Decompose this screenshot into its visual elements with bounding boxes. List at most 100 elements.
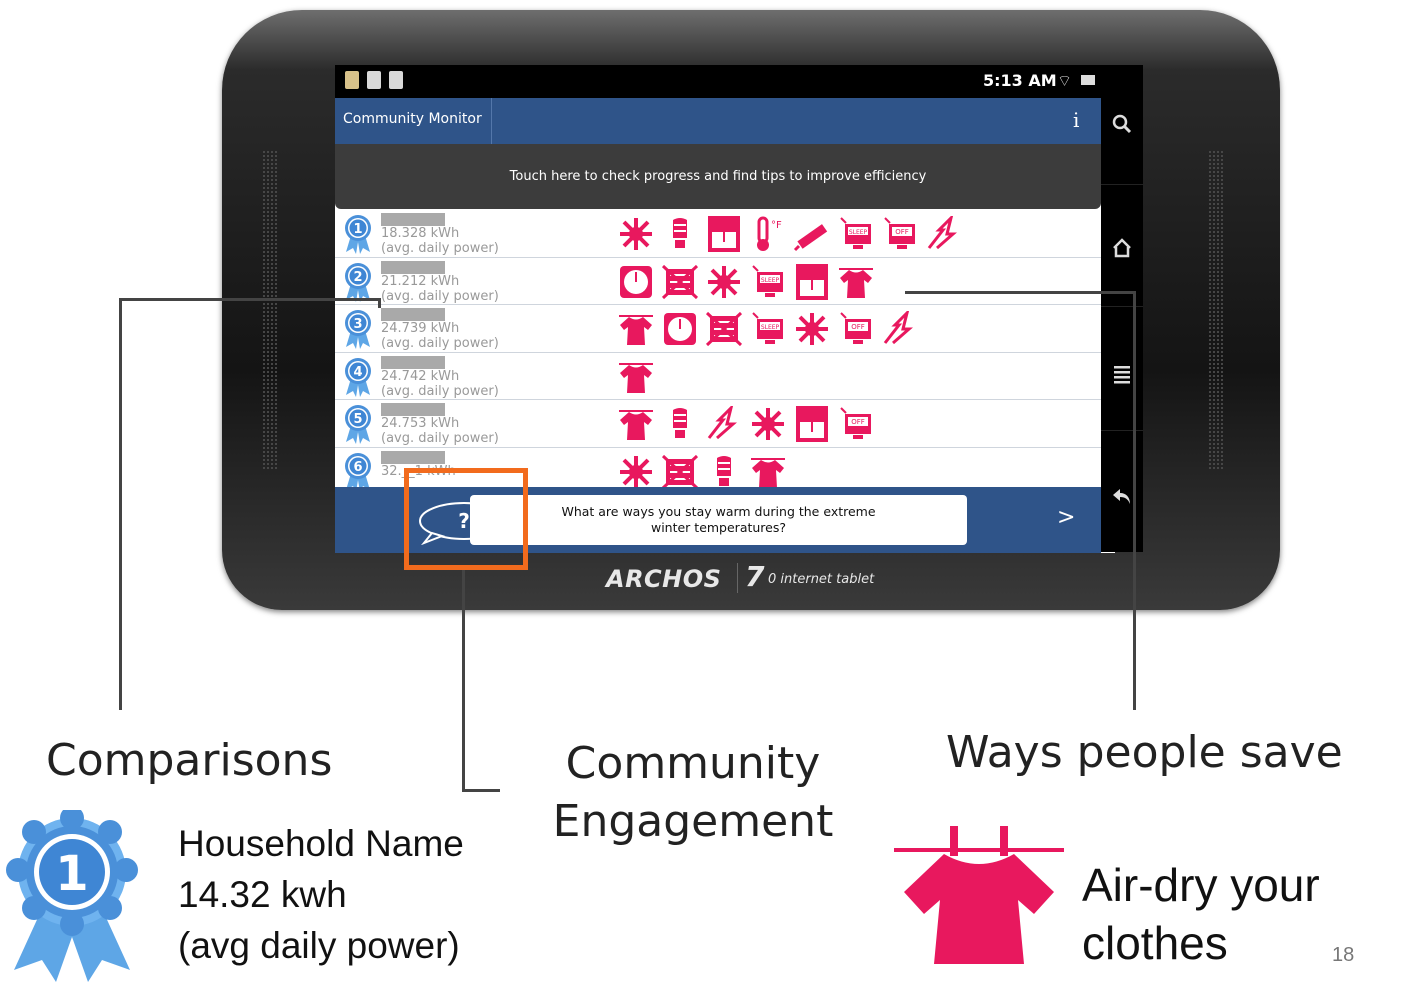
household-name-redacted bbox=[381, 308, 445, 321]
engagement-callout-line-h bbox=[462, 789, 500, 792]
household-rank-row[interactable]: 3 24.739 kWh (avg. daily power) SLEEP OFF bbox=[335, 305, 1101, 353]
cfl-bulb-icon[interactable] bbox=[661, 406, 699, 442]
first-place-ribbon-icon: 1 bbox=[6, 810, 138, 982]
left-speaker-grille bbox=[262, 150, 278, 470]
saving-tips-icons bbox=[617, 454, 787, 490]
svg-text:SLEEP: SLEEP bbox=[761, 277, 780, 284]
community-question[interactable]: What are ways you stay warm during the e… bbox=[470, 495, 967, 545]
wifi-icon: ⌔ bbox=[1057, 71, 1073, 90]
window-shade-icon[interactable] bbox=[705, 216, 743, 252]
cfl-bulb-icon[interactable] bbox=[705, 454, 743, 490]
off-monitor-icon[interactable]: OFF bbox=[881, 216, 919, 252]
saving-tips-icons: °F SLEEP OFF bbox=[617, 216, 963, 252]
svg-text:1: 1 bbox=[55, 846, 88, 902]
svg-text:6: 6 bbox=[353, 460, 362, 475]
svg-text:OFF: OFF bbox=[851, 323, 865, 331]
air-dry-shirt-icon[interactable] bbox=[837, 264, 875, 300]
saving-tips-icons: SLEEP bbox=[617, 263, 875, 300]
search-button[interactable] bbox=[1101, 65, 1143, 185]
air-dry-legend: Air-dry your clothes bbox=[1082, 856, 1320, 972]
ways-people-save-label: Ways people save bbox=[946, 727, 1343, 778]
sleep-monitor-icon[interactable]: SLEEP bbox=[749, 311, 787, 347]
svg-text:SLEEP: SLEEP bbox=[849, 229, 868, 236]
sun-icon[interactable] bbox=[617, 454, 655, 490]
menu-icon bbox=[1114, 366, 1130, 384]
household-rank-row[interactable]: 5 24.753 kWh (avg. daily power) OFF bbox=[335, 400, 1101, 448]
household-avg-label: (avg daily power) bbox=[178, 925, 460, 966]
rank-ribbon-icon: 2 bbox=[345, 262, 371, 302]
no-heater-icon[interactable] bbox=[705, 311, 743, 347]
sun-icon[interactable] bbox=[793, 311, 831, 347]
rank-ribbon-icon: 1 bbox=[345, 215, 371, 254]
community-label-line2: Engagement bbox=[552, 796, 834, 847]
household-rank-row[interactable]: 1 18.328 kWh (avg. daily power) °F SLEEP O… bbox=[335, 210, 1101, 258]
engagement-callout-line bbox=[462, 570, 465, 792]
household-kwh: 21.212 kWh bbox=[381, 273, 460, 289]
device-brand: ARCHOS bbox=[606, 565, 722, 593]
home-button[interactable] bbox=[1101, 187, 1143, 307]
unplug-icon[interactable] bbox=[881, 311, 919, 347]
sun-icon[interactable] bbox=[617, 216, 655, 252]
no-heater-icon[interactable] bbox=[661, 454, 699, 490]
comparisons-callout-line bbox=[119, 298, 122, 710]
device-model: 7 bbox=[745, 560, 765, 593]
info-button[interactable]: i bbox=[1073, 108, 1079, 132]
household-rank-row[interactable]: 4 24.742 kWh (avg. daily power) bbox=[335, 352, 1101, 400]
off-monitor-icon[interactable]: OFF bbox=[837, 406, 875, 442]
svg-text:°F: °F bbox=[771, 220, 782, 231]
sun-icon[interactable] bbox=[705, 264, 743, 300]
lock-icon bbox=[345, 71, 359, 89]
battery-icon bbox=[1081, 75, 1095, 85]
sleep-monitor-icon[interactable]: SLEEP bbox=[837, 216, 875, 252]
usb-icon bbox=[367, 71, 381, 89]
household-kwh: 24.739 kWh bbox=[381, 321, 460, 336]
no-heater-icon[interactable] bbox=[661, 264, 699, 300]
air-dry-shirt-icon[interactable] bbox=[749, 454, 787, 490]
app-title[interactable]: Community Monitor bbox=[343, 111, 482, 127]
household-avg-label: (avg. daily power) bbox=[381, 336, 499, 351]
community-engagement-label: Community Engagement bbox=[552, 735, 834, 851]
cfl-bulb-icon[interactable] bbox=[661, 216, 699, 252]
off-monitor-icon[interactable]: OFF bbox=[837, 311, 875, 347]
thermometer-icon[interactable]: °F bbox=[749, 216, 787, 252]
home-icon bbox=[1113, 238, 1131, 258]
household-name-label: Household Name bbox=[178, 823, 464, 864]
air-dry-shirt-icon[interactable] bbox=[617, 406, 655, 442]
saving-tips-icons: OFF bbox=[617, 406, 875, 442]
progress-tips-banner[interactable]: Touch here to check progress and find ti… bbox=[335, 144, 1101, 209]
rank-ribbon-icon: 4 bbox=[345, 357, 371, 397]
svg-text:1: 1 bbox=[353, 222, 362, 237]
unplug-icon[interactable] bbox=[925, 216, 963, 252]
sun-icon[interactable] bbox=[749, 406, 787, 442]
window-shade-icon[interactable] bbox=[793, 263, 831, 300]
comparisons-callout-line-tick bbox=[378, 298, 381, 308]
air-dry-line2: clothes bbox=[1082, 917, 1228, 969]
svg-text:3: 3 bbox=[353, 317, 362, 332]
unplug-icon[interactable] bbox=[705, 406, 743, 442]
sleep-monitor-icon[interactable]: SLEEP bbox=[749, 264, 787, 300]
household-name-redacted bbox=[381, 403, 445, 416]
svg-text:OFF: OFF bbox=[851, 418, 865, 426]
thermostat-icon[interactable] bbox=[617, 264, 655, 300]
saving-tips-icons: SLEEP OFF bbox=[617, 311, 919, 347]
right-speaker-grille bbox=[1208, 150, 1224, 470]
next-question-button[interactable]: > bbox=[1057, 505, 1075, 530]
household-avg-label: (avg. daily power) bbox=[381, 288, 499, 304]
app-bar-divider bbox=[491, 98, 492, 144]
menu-button[interactable] bbox=[1101, 311, 1143, 431]
window-shade-icon[interactable] bbox=[793, 406, 831, 442]
question-text-line2: winter temperatures? bbox=[650, 520, 787, 535]
household-rank-row[interactable]: 2 21.212 kWh (avg. daily power) SLEEP bbox=[335, 257, 1101, 305]
household-name-redacted bbox=[381, 355, 445, 369]
svg-text:2: 2 bbox=[353, 270, 362, 285]
thermostat-icon[interactable] bbox=[661, 311, 699, 347]
back-button[interactable] bbox=[1101, 435, 1143, 555]
power-strip-icon[interactable] bbox=[793, 216, 831, 252]
saving-tips-icons bbox=[617, 359, 655, 395]
air-dry-line1: Air-dry your bbox=[1082, 859, 1320, 911]
air-dry-shirt-icon[interactable] bbox=[617, 311, 655, 347]
household-kwh-label: 14.32 kwh bbox=[178, 874, 347, 915]
air-dry-shirt-icon[interactable] bbox=[617, 359, 655, 395]
page-number: 18 bbox=[1332, 944, 1355, 966]
household-kwh: 18.328 kWh bbox=[381, 226, 460, 241]
